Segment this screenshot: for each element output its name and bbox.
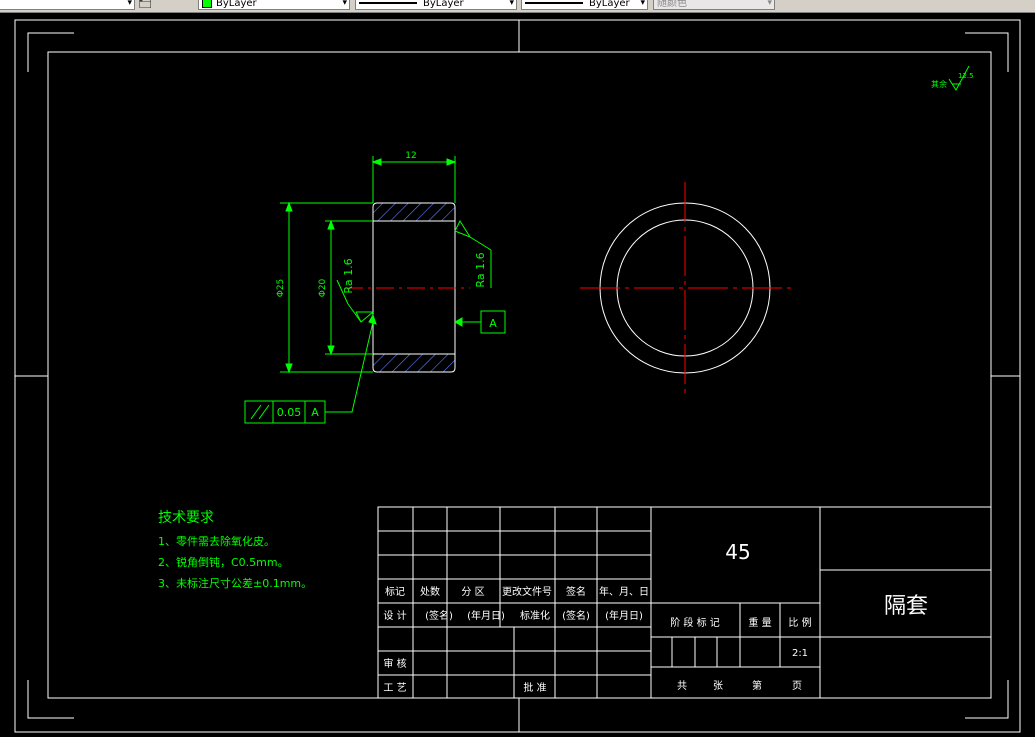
design-date: (年月日) xyxy=(467,609,505,622)
ra-left-text: Ra 1.6 xyxy=(342,258,355,293)
dim-width-text: 12 xyxy=(405,151,416,161)
dimensions: 12 Φ25 Φ20 xyxy=(276,151,457,374)
design-label: 设 计 xyxy=(383,609,406,622)
rev-header-mark: 标记 xyxy=(385,586,405,598)
roughness-left: Ra 1.6 xyxy=(336,258,375,323)
sheet-unit-label: 张 xyxy=(713,680,723,692)
ra-right-text: Ra 1.6 xyxy=(474,252,487,287)
title-block-text: 45 隔套 标记 处数 分 区 更改文件号 签名 年、月、日 设 计 (签名) … xyxy=(383,540,928,694)
drawing-canvas[interactable]: 其余 12.5 12 Φ25 Φ20 Ra 1.6 Ra 1.6 A 0.05 … xyxy=(0,12,1035,737)
general-roughness-symbol: 其余 12.5 xyxy=(931,65,974,91)
material-text: 45 xyxy=(725,540,750,564)
color-dropdown[interactable]: ByLayer ▾ xyxy=(198,0,350,10)
review-label: 审 核 xyxy=(383,657,406,670)
standard-sign: (签名) xyxy=(562,609,590,622)
chevron-down-icon[interactable]: ▾ xyxy=(342,0,347,10)
tolerance-frame: 0.05 A xyxy=(244,313,377,424)
trim-mark-bl xyxy=(27,680,74,719)
datum-feature: A xyxy=(453,310,506,334)
scale-header: 比 例 xyxy=(788,616,811,629)
plotstyle-dropdown[interactable]: 随颜色 ▾ xyxy=(653,0,775,10)
roughness-right: Ra 1.6 xyxy=(454,219,492,288)
hatch-top xyxy=(373,203,455,221)
tolerance-datum: A xyxy=(311,406,319,419)
lineweight-preview-icon xyxy=(525,2,583,4)
page-unit-label: 页 xyxy=(792,680,802,692)
dim-outer-dia-text: Φ25 xyxy=(276,279,286,298)
tech-req-item-3: 3、未标注尺寸公差±0.1mm。 xyxy=(158,576,312,590)
hatch-bottom xyxy=(373,354,455,372)
layer-dropdown[interactable]: ▾ xyxy=(0,0,135,10)
technical-requirements: 技术要求 1、零件需去除氧化皮。 2、锐角倒钝，C0.5mm。 3、未标注尺寸公… xyxy=(158,510,312,590)
rev-header-doc: 更改文件号 xyxy=(502,585,552,598)
outer-border xyxy=(14,19,1021,733)
dim-inner-dia-text: Φ20 xyxy=(318,278,328,297)
rev-header-count: 处数 xyxy=(420,585,440,598)
sheet-index-label: 第 xyxy=(752,679,762,692)
roughness-value: 12.5 xyxy=(958,72,974,80)
tech-req-title: 技术要求 xyxy=(158,510,214,526)
rev-header-date: 年、月、日 xyxy=(599,585,649,598)
standard-label: 标准化 xyxy=(520,609,550,622)
chevron-down-icon[interactable]: ▾ xyxy=(509,0,514,10)
chevron-down-icon[interactable]: ▾ xyxy=(640,0,645,10)
lineweight-dropdown-label: ByLayer xyxy=(589,0,630,9)
color-swatch-icon xyxy=(202,0,212,8)
tolerance-value: 0.05 xyxy=(277,406,302,419)
linetype-preview-icon xyxy=(359,2,417,4)
weight-header: 重 量 xyxy=(748,616,771,629)
section-view xyxy=(345,202,470,373)
stage-header: 阶 段 标 记 xyxy=(670,616,720,629)
runout-icon xyxy=(250,404,270,420)
linetype-dropdown[interactable]: ByLayer ▾ xyxy=(355,0,517,10)
color-dropdown-label: ByLayer xyxy=(216,0,257,9)
end-view xyxy=(580,182,792,394)
layer-tools-icon[interactable]: 🗂 xyxy=(138,0,182,10)
linetype-dropdown-label: ByLayer xyxy=(423,0,464,9)
rev-header-sign: 签名 xyxy=(566,585,586,598)
tech-req-item-2: 2、锐角倒钝，C0.5mm。 xyxy=(158,555,289,569)
trim-mark-br xyxy=(965,680,1009,719)
chevron-down-icon[interactable]: ▾ xyxy=(767,0,772,10)
sheet-total-label: 共 xyxy=(677,680,687,692)
datum-label: A xyxy=(489,317,497,330)
chevron-down-icon[interactable]: ▾ xyxy=(127,0,132,10)
part-name-text: 隔套 xyxy=(884,594,928,619)
inner-border xyxy=(47,51,992,699)
lineweight-dropdown[interactable]: ByLayer ▾ xyxy=(521,0,648,10)
design-sign: (签名) xyxy=(425,609,453,622)
tech-req-item-1: 1、零件需去除氧化皮。 xyxy=(158,534,275,548)
sheet-frame xyxy=(14,19,1021,733)
standard-date: (年月日) xyxy=(605,609,643,622)
rev-header-zone: 分 区 xyxy=(461,586,484,598)
approve-label: 批 准 xyxy=(523,681,546,694)
plotstyle-dropdown-label: 随颜色 xyxy=(657,0,687,9)
process-label: 工 艺 xyxy=(383,682,406,694)
roughness-note: 其余 xyxy=(931,79,947,89)
scale-value: 2:1 xyxy=(792,648,808,659)
